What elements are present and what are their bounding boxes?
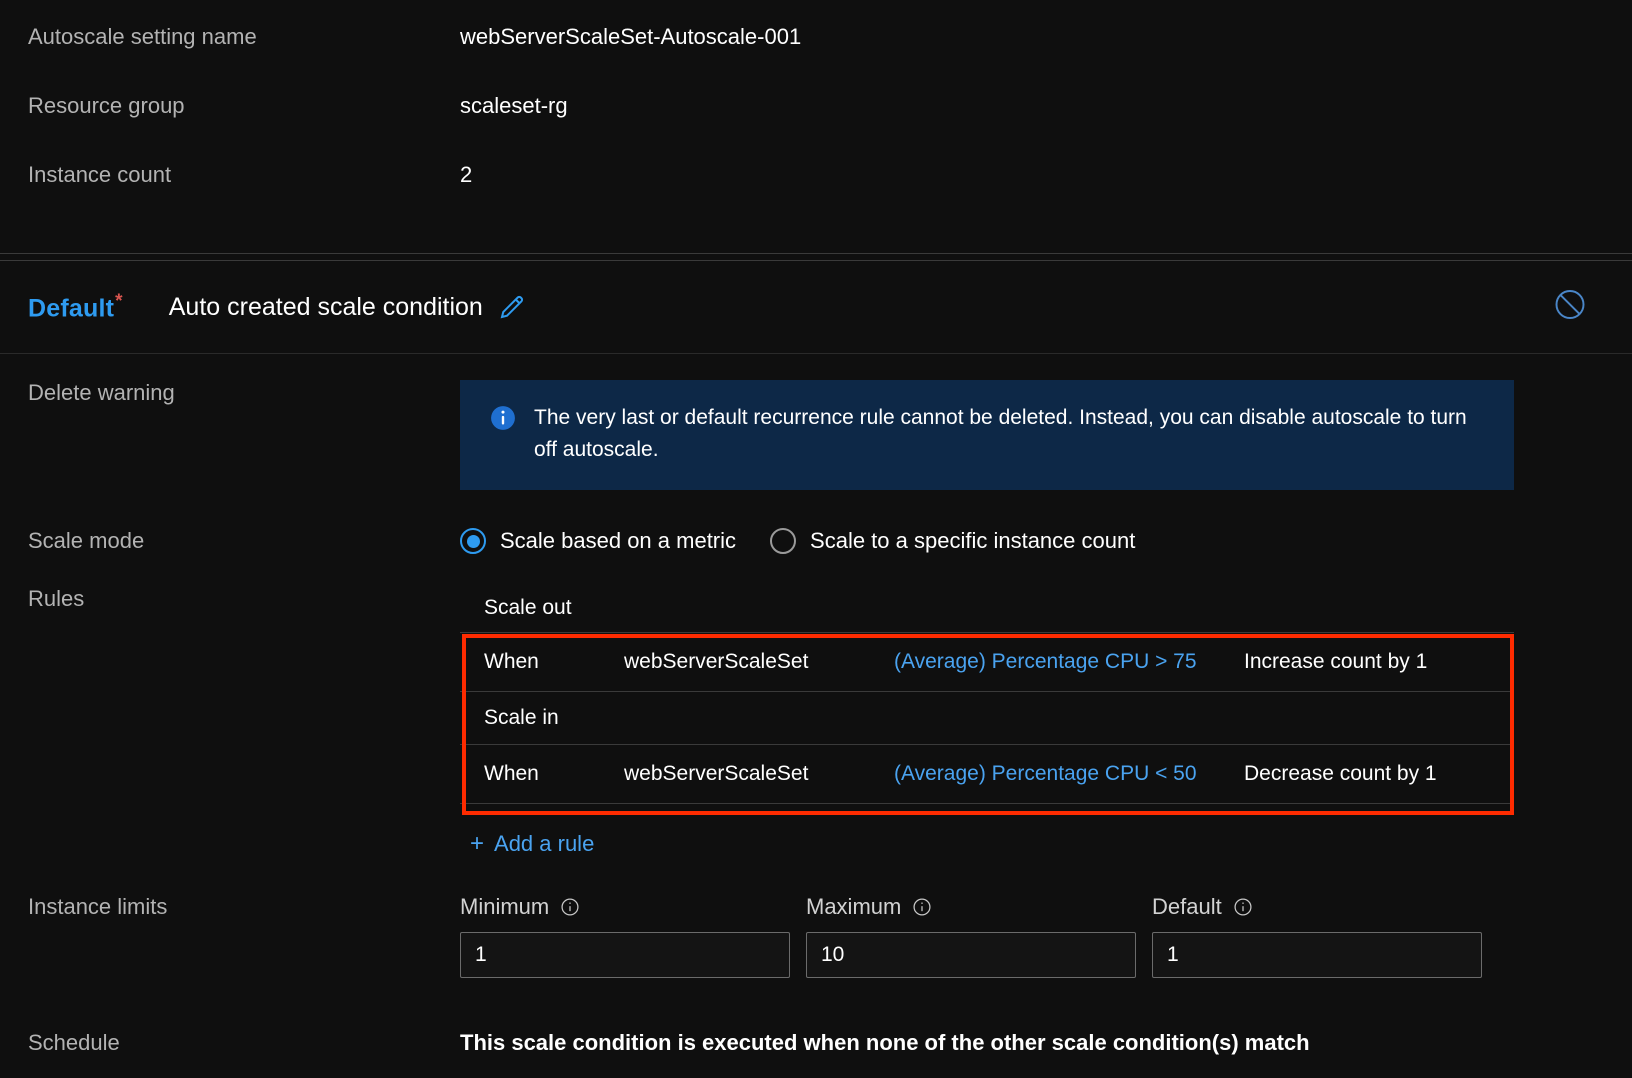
scale-in-action: Decrease count by 1 <box>1244 744 1514 804</box>
scale-in-title-row: Scale in <box>460 691 1514 745</box>
schedule-field: This scale condition is executed when no… <box>460 1030 1632 1056</box>
maximum-label: Maximum <box>806 894 902 919</box>
radio-scale-specific-count[interactable]: Scale to a specific instance count <box>770 528 1135 554</box>
default-scale-condition-header: Default* Auto created scale condition <box>0 261 1632 353</box>
scale-condition-name: Auto created scale condition <box>168 292 483 321</box>
scale-in-resource: webServerScaleSet <box>624 744 894 804</box>
delete-warning-banner: The very last or default recurrence rule… <box>460 380 1514 490</box>
scale-in-title: Scale in <box>460 691 1514 745</box>
scale-out-metric[interactable]: (Average) Percentage CPU > 75 <box>894 632 1244 692</box>
maximum-limit-column: Maximum <box>806 894 1136 978</box>
rules-label: Rules <box>28 586 85 611</box>
rules-field: Scale out When webServerScaleSet (Averag… <box>460 586 1632 858</box>
maximum-header: Maximum <box>806 894 1136 920</box>
maximum-info-icon[interactable] <box>912 897 932 917</box>
radio-metric-label: Scale based on a metric <box>500 528 737 553</box>
scale-out-when: When <box>460 632 624 692</box>
plus-icon: + <box>470 830 485 857</box>
delete-warning-row: Delete warning The very last or default … <box>0 354 1632 490</box>
pencil-icon[interactable] <box>497 292 527 322</box>
scale-out-action: Increase count by 1 <box>1244 632 1514 692</box>
rules-row: Rules Scale out When webServerScaleSet (… <box>0 554 1632 858</box>
radio-metric-mark[interactable] <box>460 528 486 554</box>
autoscale-summary-block: Autoscale setting name webServerScaleSet… <box>0 0 1632 253</box>
default-header: Default <box>1152 894 1482 920</box>
add-a-rule-button[interactable]: + Add a rule <box>460 830 594 858</box>
default-label: Default <box>1152 894 1222 919</box>
scale-mode-field: Scale based on a metric Scale to a speci… <box>460 528 1632 554</box>
rules-table-wrapper: Scale out When webServerScaleSet (Averag… <box>460 586 1514 858</box>
disable-block-icon[interactable] <box>1552 287 1588 328</box>
default-limit-column: Default <box>1152 894 1482 978</box>
delete-warning-label: Delete warning <box>28 380 175 405</box>
default-text: Default <box>28 294 115 323</box>
scale-out-resource: webServerScaleSet <box>624 632 894 692</box>
minimum-header: Minimum <box>460 894 790 920</box>
schedule-label: Schedule <box>28 1030 120 1055</box>
maximum-instance-input[interactable] <box>806 932 1136 978</box>
table-row-scale-in-rule[interactable]: When webServerScaleSet (Average) Percent… <box>460 744 1514 804</box>
schedule-description: This scale condition is executed when no… <box>460 1030 1310 1055</box>
minimum-info-icon[interactable] <box>560 897 580 917</box>
scale-in-when: When <box>460 744 624 804</box>
default-instance-input[interactable] <box>1152 932 1482 978</box>
schedule-row: Schedule This scale condition is execute… <box>0 978 1632 1056</box>
resource-group-value: scaleset-rg <box>460 93 568 118</box>
delete-warning-text: The very last or default recurrence rule… <box>534 406 1467 461</box>
summary-row-setting-name: Autoscale setting name webServerScaleSet… <box>0 22 1632 91</box>
minimum-label: Minimum <box>460 894 550 919</box>
delete-warning-field: The very last or default recurrence rule… <box>460 380 1632 490</box>
instance-limits-group: Minimum Maximum <box>460 894 1588 978</box>
scale-out-title: Scale out <box>484 596 572 619</box>
instance-count-label: Instance count <box>28 162 172 187</box>
minimum-instance-input[interactable] <box>460 932 790 978</box>
default-badge-label: Default* <box>28 291 123 323</box>
default-info-icon[interactable] <box>1233 897 1253 917</box>
scale-mode-row: Scale mode Scale based on a metric Scale… <box>0 490 1632 554</box>
instance-limits-row: Instance limits Minimum 1 Maximum 10 Def… <box>0 858 1632 978</box>
instance-count-value: 2 <box>460 162 473 187</box>
table-row-scale-out-rule[interactable]: When webServerScaleSet (Average) Percent… <box>460 632 1514 692</box>
autoscale-setting-name-label: Autoscale setting name <box>28 24 257 49</box>
scale-mode-radio-group: Scale based on a metric Scale to a speci… <box>460 528 1588 554</box>
summary-row-instance-count: Instance count 2 <box>0 160 1632 229</box>
radio-specific-count-label: Scale to a specific instance count <box>810 528 1136 553</box>
instance-limits-label: Instance limits <box>28 894 168 919</box>
radio-specific-count-mark[interactable] <box>770 528 797 554</box>
scale-in-metric[interactable]: (Average) Percentage CPU < 50 <box>894 744 1244 804</box>
scale-mode-label: Scale mode <box>28 528 145 553</box>
rules-table: When webServerScaleSet (Average) Percent… <box>460 632 1514 804</box>
autoscale-setting-name-value: webServerScaleSet-Autoscale-001 <box>460 24 802 49</box>
instance-limits-field: Minimum Maximum <box>460 894 1632 978</box>
info-icon <box>490 405 516 436</box>
radio-scale-based-on-metric[interactable]: Scale based on a metric <box>460 528 736 554</box>
required-asterisk: * <box>115 290 123 312</box>
resource-group-label: Resource group <box>28 93 185 118</box>
minimum-limit-column: Minimum <box>460 894 790 978</box>
summary-row-resource-group: Resource group scaleset-rg <box>0 91 1632 160</box>
add-a-rule-label: Add a rule <box>494 831 595 856</box>
